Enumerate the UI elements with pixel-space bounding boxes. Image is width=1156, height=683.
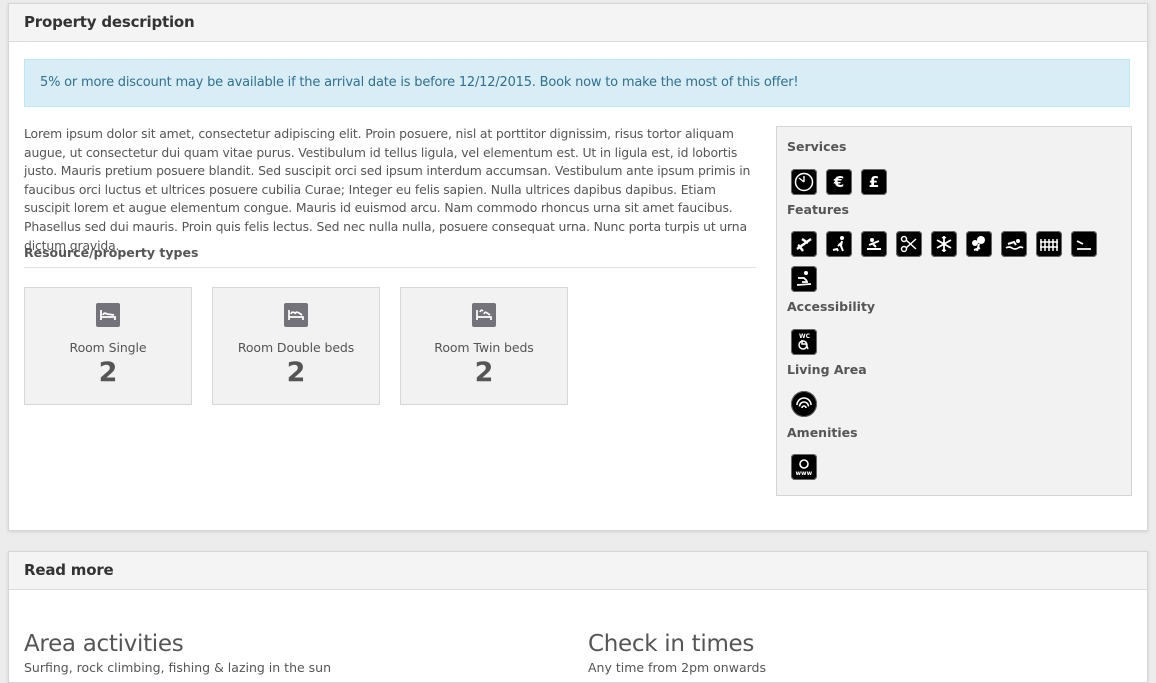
ski-icon[interactable] [791, 266, 817, 292]
svg-text:WC: WC [799, 333, 811, 340]
hair-dryer-icon[interactable] [1071, 231, 1097, 257]
room-card-twin[interactable]: Room Twin beds 2 [400, 287, 568, 405]
room-card-double[interactable]: Room Double beds 2 [212, 287, 380, 405]
double-bed-icon [284, 303, 308, 327]
airport-icon[interactable] [791, 231, 817, 257]
room-name: Room Twin beds [434, 340, 534, 355]
pound-icon[interactable]: £ [861, 169, 887, 195]
panel-title: Property description [9, 4, 1147, 42]
wifi-icon[interactable] [791, 391, 817, 417]
accessible-wc-icon[interactable]: WC [791, 329, 817, 355]
services-icons: € £ [791, 169, 1121, 204]
room-count: 2 [474, 357, 494, 388]
property-description-text: Lorem ipsum dolor sit amet, consectetur … [24, 126, 751, 253]
euro-icon[interactable]: € [826, 169, 852, 195]
accessibility-icons: WC [791, 329, 1121, 364]
svg-text:www: www [796, 470, 813, 477]
rowing-icon[interactable] [861, 231, 887, 257]
24h-clock-icon[interactable] [791, 169, 817, 195]
room-count: 2 [286, 357, 306, 388]
room-name: Room Double beds [237, 340, 355, 355]
check-in-text: Any time from 2pm onwards [588, 660, 766, 675]
accessibility-title: Accessibility [787, 299, 876, 314]
room-name: Room Single [69, 340, 147, 355]
amenities-icons: www [791, 454, 1121, 489]
read-more-panel: Read more Area activities Surfing, rock … [8, 551, 1148, 683]
scissors-icon[interactable] [896, 231, 922, 257]
fence-icon[interactable] [1036, 231, 1062, 257]
resource-types-heading: Resource/property types [24, 245, 756, 268]
twin-bed-icon [472, 303, 496, 327]
amenities-title: Amenities [787, 425, 858, 440]
air-conditioning-icon[interactable] [931, 231, 957, 257]
garden-icon[interactable] [966, 231, 992, 257]
living-area-icons [791, 391, 1121, 426]
room-card-single[interactable]: Room Single 2 [24, 287, 192, 405]
dog-walking-icon[interactable] [826, 231, 852, 257]
features-title: Features [787, 202, 849, 217]
discount-alert: 5% or more discount may be available if … [24, 59, 1130, 107]
facilities-box: Services € £ Features Accessibility WC L… [776, 126, 1132, 496]
internet-www-icon[interactable]: www [791, 454, 817, 480]
area-activities-heading: Area activities [24, 631, 184, 657]
features-icons [791, 231, 1121, 301]
area-activities-text: Surfing, rock climbing, fishing & lazing… [24, 660, 332, 675]
services-title: Services [787, 139, 847, 154]
check-in-heading: Check in times [588, 631, 755, 657]
swimming-icon[interactable] [1001, 231, 1027, 257]
property-description-panel: Property description 5% or more discount… [8, 3, 1148, 531]
room-count: 2 [98, 357, 118, 388]
living-area-title: Living Area [787, 362, 867, 377]
single-bed-icon [96, 303, 120, 327]
panel-title: Read more [9, 552, 1147, 590]
